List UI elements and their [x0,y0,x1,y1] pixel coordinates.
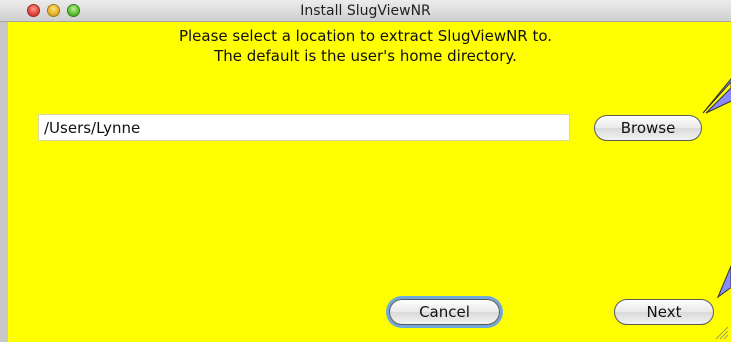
installer-window: Install SlugViewNR Please select a locat… [0,0,731,342]
window-title: Install SlugViewNR [300,3,431,19]
browse-button[interactable]: Browse [594,115,702,141]
instructions-line-2: The default is the user's home directory… [214,47,517,65]
window-left-border [0,22,8,342]
cancel-button[interactable]: Cancel [389,299,500,325]
instructions-text: Please select a location to extract Slug… [0,26,731,66]
title-bar[interactable]: Install SlugViewNR [0,0,731,22]
instructions-line-1: Please select a location to extract Slug… [178,27,553,45]
next-button[interactable]: Next [614,299,714,325]
install-path-input[interactable] [38,114,570,141]
content-panel [8,22,731,342]
